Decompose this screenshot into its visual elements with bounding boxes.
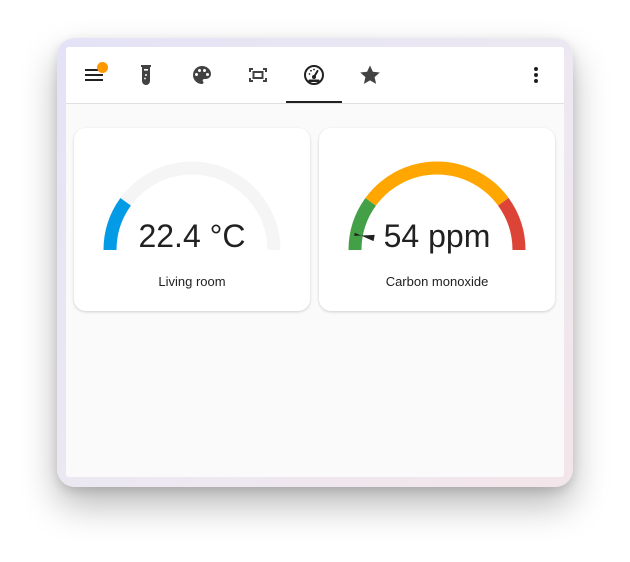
tab-palette[interactable] [182,55,222,95]
gauge-card-carbon-monoxide[interactable]: 54 ppm Carbon monoxide [319,128,555,311]
selected-tab-indicator [286,101,342,103]
tab-favorites[interactable] [350,55,390,95]
gauge-segment-1 [365,161,509,206]
gauge-icon [304,65,324,85]
notification-badge [97,62,108,73]
gauge-label: Carbon monoxide [385,274,489,289]
menu-button[interactable] [74,55,114,95]
gauge-card-temperature[interactable]: 22.4 °C Living room [74,128,310,311]
tab-gauge[interactable] [294,55,334,95]
window-frame: 22.4 °C Living room 54 ppm Carbon monoxi… [57,38,573,487]
test-tube-icon [141,65,151,85]
palette-icon [193,66,211,84]
tab-fullscreen[interactable] [238,55,278,95]
tab-test-tube[interactable] [126,55,166,95]
gauge-value: 22.4 °C [138,218,246,254]
app-window: 22.4 °C Living room 54 ppm Carbon monoxi… [66,47,564,477]
toolbar [66,47,564,104]
gauge-value: 54 ppm [383,218,491,254]
overflow-menu-button[interactable] [516,55,556,95]
star-icon [360,65,380,84]
gauge-label: Living room [158,274,226,289]
dots-vertical-icon [534,67,538,83]
fullscreen-icon [249,68,267,82]
